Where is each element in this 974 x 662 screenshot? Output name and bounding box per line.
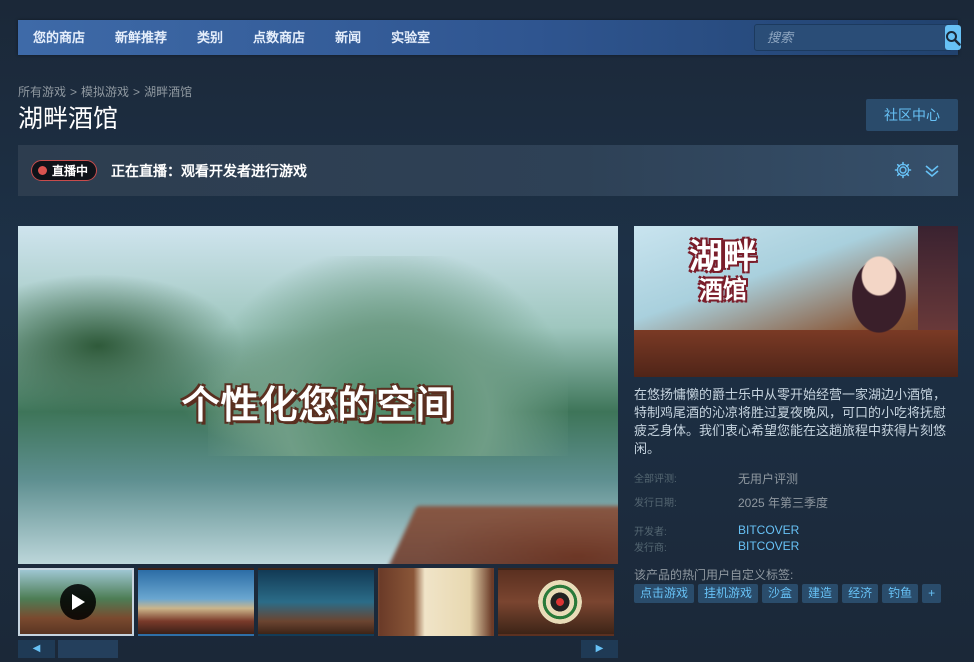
- release-date-label: 发行日期:: [634, 498, 677, 509]
- game-logo: 湖畔 酒馆: [668, 238, 778, 304]
- live-badge-label: 直播中: [52, 164, 89, 178]
- live-badge: 直播中: [31, 160, 98, 181]
- capsule-character: [839, 236, 919, 356]
- breadcrumb-all-games[interactable]: 所有游戏: [18, 85, 66, 99]
- search-box: [754, 24, 961, 51]
- tag-item[interactable]: 挂机游戏: [698, 584, 759, 603]
- thumbnail-screenshot[interactable]: [498, 568, 614, 636]
- play-icon: [60, 584, 96, 620]
- breadcrumb-current[interactable]: 湖畔酒馆: [144, 85, 192, 99]
- page-title: 湖畔酒馆: [18, 105, 119, 133]
- tag-list: 点击游戏 挂机游戏 沙盒 建造 经济 钓鱼 +: [634, 584, 942, 603]
- tags-title: 该产品的热门用户自定义标签:: [634, 568, 794, 582]
- store-nav: 您的商店 新鲜推荐 类别 点数商店 新闻 实验室: [18, 20, 961, 55]
- media-thumbnails: [18, 568, 618, 636]
- community-hub-button[interactable]: 社区中心: [866, 99, 958, 131]
- background-table: [379, 506, 618, 564]
- media-caption: 个性化您的空间: [181, 385, 455, 427]
- scroll-thumb[interactable]: [58, 640, 118, 658]
- thumbnail-screenshot[interactable]: [258, 568, 374, 636]
- search-input[interactable]: [755, 25, 945, 50]
- publisher-label: 发行商:: [634, 543, 667, 554]
- reviews-label: 全部评测:: [634, 474, 677, 485]
- search-icon: [946, 30, 961, 46]
- live-broadcast-text: 正在直播：观看开发者进行游戏: [111, 162, 308, 179]
- live-controls: [894, 161, 940, 179]
- tag-item[interactable]: 建造: [802, 584, 839, 603]
- gear-icon[interactable]: [894, 161, 912, 179]
- breadcrumb-simulation[interactable]: 模拟游戏: [81, 85, 129, 99]
- more-tags-button[interactable]: +: [922, 584, 942, 603]
- thumbnail-screenshot[interactable]: [138, 568, 254, 636]
- scroll-right-button[interactable]: ▶: [581, 640, 618, 658]
- nav-new-noteworthy[interactable]: 新鲜推荐: [100, 20, 182, 55]
- nav-news[interactable]: 新闻: [320, 20, 376, 55]
- thumbnail-video[interactable]: [18, 568, 134, 636]
- tag-item[interactable]: 点击游戏: [634, 584, 695, 603]
- game-logo-line2: 酒馆: [699, 276, 747, 304]
- nav-categories[interactable]: 类别: [182, 20, 238, 55]
- scroll-left-button[interactable]: ◀: [18, 640, 55, 658]
- capsule-shelf: [918, 226, 958, 336]
- game-logo-line1: 湖畔: [689, 238, 757, 276]
- live-broadcast-bar[interactable]: 直播中 正在直播：观看开发者进行游戏: [18, 145, 958, 196]
- dartboard-image: [538, 580, 582, 624]
- nav-points-shop[interactable]: 点数商店: [238, 20, 320, 55]
- publisher-link[interactable]: BITCOVER: [738, 539, 799, 553]
- game-description: 在悠扬慵懒的爵士乐中从零开始经营一家湖边小酒馆，特制鸡尾酒的沁凉将胜过夏夜晚风，…: [634, 387, 947, 456]
- thumbnail-screenshot[interactable]: [378, 568, 494, 636]
- tag-item[interactable]: 沙盒: [762, 584, 799, 603]
- tag-item[interactable]: 经济: [842, 584, 879, 603]
- reviews-value: 无用户评测: [738, 472, 799, 486]
- breadcrumb-separator: >: [70, 85, 78, 99]
- breadcrumb: 所有游戏 > 模拟游戏 > 湖畔酒馆: [18, 83, 192, 100]
- developer-link[interactable]: BITCOVER: [738, 523, 799, 537]
- developer-label: 开发者:: [634, 527, 667, 538]
- game-capsule-image: 湖畔 酒馆: [634, 226, 958, 377]
- nav-labs[interactable]: 实验室: [376, 20, 445, 55]
- chevron-down-icon[interactable]: [924, 161, 940, 179]
- nav-your-store[interactable]: 您的商店: [18, 20, 100, 55]
- release-date-value: 2025 年第三季度: [738, 496, 829, 510]
- main-media-viewer[interactable]: 个性化您的空间: [18, 226, 618, 564]
- breadcrumb-separator: >: [133, 85, 141, 99]
- live-dot-icon: [38, 166, 47, 175]
- thumbnail-scrollbar: ◀ ▶: [18, 640, 618, 658]
- tag-item[interactable]: 钓鱼: [882, 584, 919, 603]
- search-button[interactable]: [945, 25, 961, 50]
